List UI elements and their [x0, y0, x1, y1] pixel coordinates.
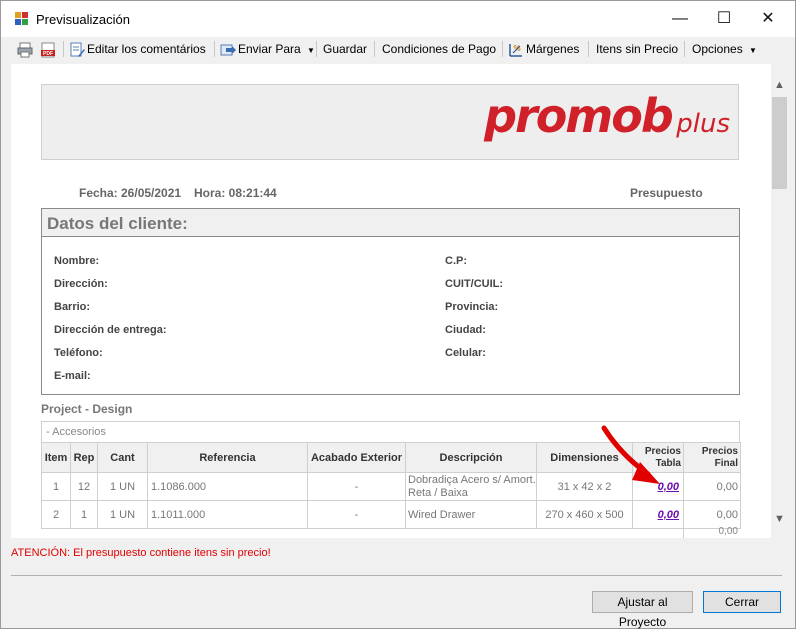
toolbar-separator: [63, 41, 64, 57]
client-delivery-address-label: Dirección de entrega:: [54, 324, 167, 336]
col-item: Item: [41, 442, 71, 473]
maximize-button[interactable]: ☐: [701, 1, 747, 37]
items-no-price-button[interactable]: Itens sin Precio: [596, 40, 678, 58]
save-button[interactable]: Guardar: [323, 40, 367, 58]
price-link[interactable]: 0,00: [658, 509, 679, 521]
scroll-down-icon[interactable]: ▼: [771, 511, 788, 528]
client-taxid-label: CUIT/CUIL:: [445, 278, 504, 290]
col-descripcion: Descripción: [405, 442, 537, 473]
row-price-table[interactable]: 0,00: [632, 500, 684, 529]
project-name: Project - Design: [41, 402, 133, 416]
edit-comments-button[interactable]: Editar los comentários: [69, 40, 206, 58]
client-zip-label: C.P:: [445, 255, 467, 267]
svg-text:PDF: PDF: [43, 51, 53, 57]
client-mobile-label: Celular:: [445, 347, 486, 359]
options-dropdown[interactable]: Opciones ▼: [692, 40, 757, 58]
red-arrow-annotation: [601, 425, 660, 484]
no-price-warning: ATENCIÓN: El presupuesto contiene itens …: [11, 547, 271, 559]
toolbar-separator: [316, 41, 317, 57]
col-precios-final: Precios Final: [683, 442, 741, 473]
row-dims: 270 x 460 x 500: [536, 500, 633, 529]
margins-icon: %: [508, 42, 524, 58]
app-icon: [15, 12, 29, 26]
row-cant: 1 UN: [97, 500, 148, 529]
report-preview[interactable]: promob plus Fecha: 26/05/2021 Hora: 08:2…: [11, 64, 771, 538]
logo-main-text: promob: [484, 89, 674, 143]
margins-button[interactable]: % Márgenes: [508, 40, 579, 58]
toolbar-separator: [374, 41, 375, 57]
row-rep: 12: [70, 472, 98, 501]
edit-comments-icon: [69, 42, 85, 58]
row-rep: 1: [70, 500, 98, 529]
client-address-label: Dirección:: [54, 278, 108, 290]
vertical-scrollbar[interactable]: ▲ ▼: [771, 75, 788, 538]
toolbar-separator: [588, 41, 589, 57]
client-section-title: Datos del cliente:: [42, 209, 739, 237]
col-cant: Cant: [97, 442, 148, 473]
scroll-up-icon[interactable]: ▲: [771, 77, 788, 94]
send-icon: [220, 42, 236, 58]
row-price-final: 0,00: [683, 500, 741, 529]
payment-terms-button[interactable]: Condiciones de Pago: [382, 40, 496, 58]
row-finish: -: [307, 472, 406, 501]
margins-label: Márgenes: [526, 42, 580, 56]
row-desc: Dobradiça Acero s/ Amort. Reta / Baixa: [405, 472, 537, 501]
toolbar-separator: [214, 41, 215, 57]
client-province-label: Provincia:: [445, 301, 499, 313]
chevron-down-icon: ▼: [749, 46, 757, 55]
send-to-dropdown[interactable]: Enviar Para ▼: [220, 40, 315, 58]
close-button[interactable]: Cerrar: [703, 591, 781, 613]
printer-icon: [17, 42, 33, 58]
chevron-down-icon: ▼: [307, 46, 315, 55]
report-time: Hora: 08:21:44: [194, 186, 277, 200]
send-to-label: Enviar Para: [238, 42, 301, 56]
print-button[interactable]: [17, 40, 35, 58]
pdf-icon: PDF: [40, 42, 56, 58]
close-window-button[interactable]: ✕: [745, 1, 791, 37]
minimize-button[interactable]: —: [657, 1, 703, 37]
toolbar-separator: [502, 41, 503, 57]
footer-divider: [11, 575, 782, 576]
report-header: promob plus: [41, 84, 739, 160]
client-name-label: Nombre:: [54, 255, 100, 267]
title-bar: Previsualización — ☐ ✕: [1, 1, 795, 37]
table-row: 2 1 1 UN 1.1011.000 - Wired Drawer 270 x…: [41, 500, 741, 529]
client-data-section: Datos del cliente: Nombre: Dirección: Ba…: [41, 208, 740, 395]
row-item: 2: [41, 500, 71, 529]
preview-window: Previsualización — ☐ ✕ PDF Editar los co…: [0, 0, 796, 629]
row-cant: 1 UN: [97, 472, 148, 501]
total-value: 0,00: [683, 526, 740, 538]
scrollbar-thumb[interactable]: [772, 97, 787, 189]
pdf-button[interactable]: PDF: [40, 40, 58, 58]
report-doc-type: Presupuesto: [630, 186, 703, 200]
toolbar: PDF Editar los comentários Enviar Para ▼…: [1, 37, 795, 61]
logo-sub-text: plus: [676, 109, 730, 139]
row-finish: -: [307, 500, 406, 529]
client-email-label: E-mail:: [54, 370, 91, 382]
row-desc: Wired Drawer: [405, 500, 537, 529]
row-ref: 1.1011.000: [147, 500, 308, 529]
row-price-final: 0,00: [683, 472, 741, 501]
toolbar-separator: [684, 41, 685, 57]
promob-logo: promob plus: [484, 89, 730, 143]
report-date: Fecha: 26/05/2021: [79, 186, 182, 200]
client-neighborhood-label: Barrio:: [54, 301, 91, 313]
row-ref: 1.1086.000: [147, 472, 308, 501]
row-item: 1: [41, 472, 71, 501]
col-rep: Rep: [70, 442, 98, 473]
options-label: Opciones: [692, 42, 743, 56]
col-referencia: Referencia: [147, 442, 308, 473]
client-phone-label: Teléfono:: [54, 347, 103, 359]
col-acabado: Acabado Exterior: [307, 442, 406, 473]
adjust-to-project-button[interactable]: Ajustar al Proyecto: [592, 591, 693, 629]
client-city-label: Ciudad:: [445, 324, 486, 336]
window-title: Previsualización: [36, 12, 130, 27]
edit-comments-label: Editar los comentários: [87, 42, 206, 56]
